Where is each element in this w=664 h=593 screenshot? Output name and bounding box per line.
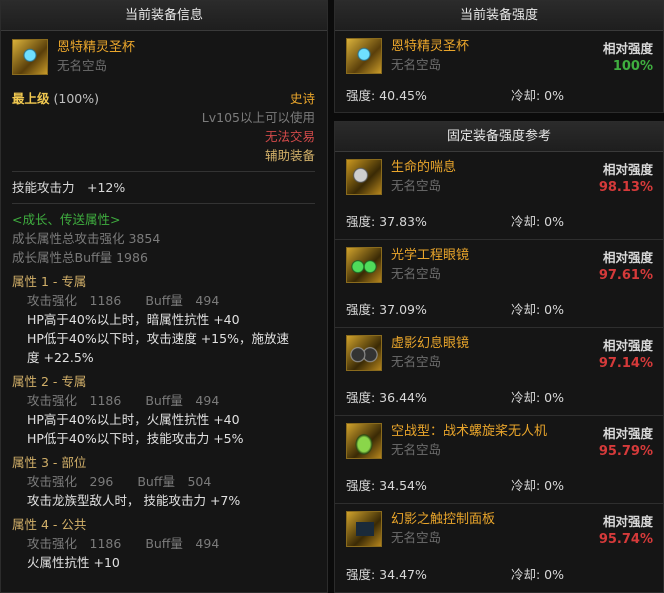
chalice-icon: [346, 38, 382, 74]
attribute-buff: Buff量 504: [137, 474, 212, 489]
attribute-title: 属性 2 - 专属: [12, 374, 87, 389]
item-source: 无名空岛: [391, 266, 442, 281]
current-strength-panel: 当前装备强度 恩特精灵圣杯 无名空岛 相对强度 100% 强度: 40.45% …: [334, 0, 664, 113]
reference-card[interactable]: 幻影之触控制面板 无名空岛 相对强度 95.74% 强度: 34.47% 冷却:…: [335, 504, 663, 592]
control-panel-icon: [346, 511, 382, 547]
panel-header: 当前装备信息: [1, 1, 327, 31]
reference-card[interactable]: 生命的喘息 无名空岛 相对强度 98.13% 强度: 37.83% 冷却: 0%: [335, 152, 663, 240]
item-source: 无名空岛: [391, 442, 442, 457]
attribute-block: 属性 3 - 部位 攻击强化 296 Buff量 504 攻击龙族型敌人时， 技能…: [12, 453, 315, 510]
bell-icon: [346, 159, 382, 195]
item-name: 幻影之触控制面板: [391, 512, 496, 527]
strength-value: 强度: 40.45%: [346, 88, 427, 103]
relative-strength-value: 97.61%: [598, 268, 653, 283]
item-source: 无名空岛: [391, 530, 442, 545]
relative-strength-label: 相对强度: [602, 426, 653, 441]
goggles-icon: [346, 247, 382, 283]
attribute-block: 属性 2 - 专属 攻击强化 1186 Buff量 494 HP高于40%以上时，…: [12, 372, 315, 448]
item-grade-percent: (100%): [53, 91, 100, 106]
binoculars-icon: [346, 335, 382, 371]
strength-value: 强度: 36.44%: [346, 390, 427, 405]
attribute-title: 属性 4 - 公共: [12, 517, 87, 532]
relative-strength-label: 相对强度: [602, 250, 653, 265]
attribute-block: 属性 1 - 专属 攻击强化 1186 Buff量 494 HP高于40%以上时，…: [12, 272, 315, 367]
item-name: 生命的喘息: [391, 160, 457, 175]
relative-strength-label: 相对强度: [602, 41, 653, 56]
chalice-icon[interactable]: [12, 39, 48, 75]
attribute-effect: HP低于40%以下时，技能攻击力 +5%: [27, 431, 244, 446]
equipment-slot: 辅助装备: [264, 148, 315, 163]
attribute-attack: 攻击强化 296: [27, 474, 114, 489]
reference-strength-panel: 固定装备强度参考 生命的喘息 无名空岛 相对强度 98.13% 强度: 37.8…: [334, 121, 664, 593]
strength-value: 强度: 37.09%: [346, 302, 427, 317]
relative-strength-value: 95.79%: [598, 444, 653, 459]
attribute-effect: 攻击龙族型敌人时， 技能攻击力 +7%: [27, 493, 241, 508]
strength-value: 强度: 34.54%: [346, 478, 427, 493]
attribute-buff: Buff量 494: [145, 536, 220, 551]
reference-card[interactable]: 虚影幻息眼镜 无名空岛 相对强度 97.14% 强度: 36.44% 冷却: 0…: [335, 328, 663, 416]
reference-card[interactable]: 空战型：战术螺旋桨无人机 无名空岛 相对强度 95.79% 强度: 34.54%…: [335, 416, 663, 504]
divider: [12, 171, 315, 172]
attribute-block: 属性 4 - 公共 攻击强化 1186 Buff量 494 火属性抗性 +10: [12, 515, 315, 572]
growth-total-attack: 成长属性总攻击强化 3854: [12, 231, 161, 246]
strength-value: 强度: 37.83%: [346, 214, 427, 229]
item-name: 虚影幻息眼镜: [391, 336, 470, 351]
divider: [12, 203, 315, 204]
item-header: 恩特精灵圣杯 无名空岛: [12, 39, 315, 83]
attribute-buff: Buff量 494: [145, 393, 220, 408]
attribute-title: 属性 1 - 专属: [12, 274, 87, 289]
item-source: 无名空岛: [391, 57, 442, 72]
attribute-effect: 度 +22.5%: [27, 350, 94, 365]
item-source: 无名空岛: [391, 354, 442, 369]
relative-strength-value: 95.74%: [598, 532, 653, 547]
cooldown-value: 冷却: 0%: [511, 478, 565, 493]
attribute-attack: 攻击强化 1186: [27, 293, 122, 308]
item-name: 光学工程眼镜: [391, 248, 470, 263]
strength-value: 强度: 34.47%: [346, 567, 427, 582]
attribute-attack: 攻击强化 1186: [27, 393, 122, 408]
item-source: 无名空岛: [57, 58, 108, 73]
attribute-title: 属性 3 - 部位: [12, 455, 87, 470]
item-name: 空战型：战术螺旋桨无人机: [391, 424, 548, 439]
cooldown-value: 冷却: 0%: [511, 214, 565, 229]
growth-total-buff: 成长属性总Buff量 1986: [12, 250, 148, 265]
panel-header: 固定装备强度参考: [335, 122, 663, 152]
attribute-effect: 火属性抗性 +10: [27, 555, 120, 570]
drone-icon: [346, 423, 382, 459]
relative-strength-value: 98.13%: [598, 180, 653, 195]
relative-strength-label: 相对强度: [602, 162, 653, 177]
attribute-buff: Buff量 494: [145, 293, 220, 308]
item-grade: 最上级: [12, 91, 50, 106]
reference-card[interactable]: 光学工程眼镜 无名空岛 相对强度 97.61% 强度: 37.09% 冷却: 0…: [335, 240, 663, 328]
relative-strength-value: 97.14%: [598, 356, 653, 371]
current-equipment-info-panel: 当前装备信息 恩特精灵圣杯 无名空岛 最上级 (100%) 史诗 Lv105以上…: [0, 0, 328, 593]
level-requirement: Lv105以上可以使用: [201, 110, 315, 125]
item-name[interactable]: 恩特精灵圣杯: [57, 39, 135, 57]
item-rarity: 史诗: [289, 91, 315, 106]
attribute-effect: HP高于40%以上时，火属性抗性 +40: [27, 412, 240, 427]
cooldown-value: 冷却: 0%: [511, 390, 565, 405]
relative-strength-value: 100%: [612, 59, 653, 74]
relative-strength-label: 相对强度: [602, 338, 653, 353]
skill-attack-stat: 技能攻击力 +12%: [12, 180, 126, 195]
attribute-effect: HP低于40%以下时，攻击速度 +15%，施放速: [27, 331, 289, 346]
attribute-attack: 攻击强化 1186: [27, 536, 122, 551]
cooldown-value: 冷却: 0%: [511, 302, 565, 317]
relative-strength-label: 相对强度: [602, 514, 653, 529]
attribute-effect: HP高于40%以上时，暗属性抗性 +40: [27, 312, 240, 327]
cooldown-value: 冷却: 0%: [511, 567, 565, 582]
item-source: 无名空岛: [391, 178, 442, 193]
growth-section-title: <成长、传送属性>: [12, 212, 121, 227]
item-name: 恩特精灵圣杯: [391, 39, 470, 54]
cooldown-value: 冷却: 0%: [511, 88, 565, 103]
trade-status: 无法交易: [264, 129, 315, 144]
strength-card[interactable]: 恩特精灵圣杯 无名空岛 相对强度 100% 强度: 40.45% 冷却: 0%: [335, 31, 663, 113]
panel-header: 当前装备强度: [335, 1, 663, 31]
